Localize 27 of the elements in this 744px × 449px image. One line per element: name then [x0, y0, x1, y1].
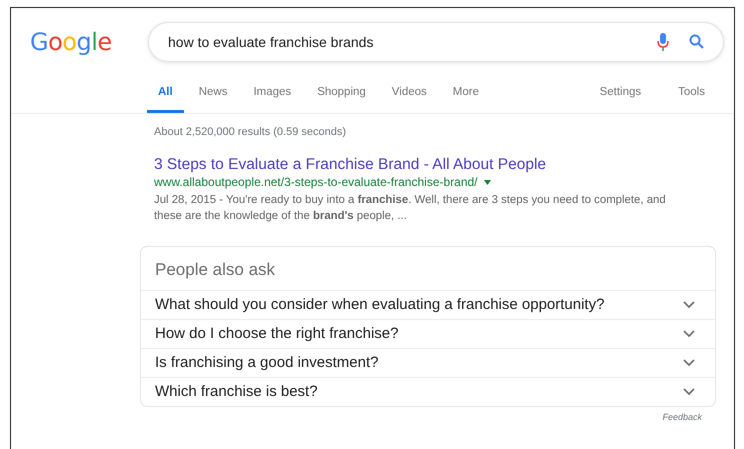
result-title[interactable]: 3 Steps to Evaluate a Franchise Brand - All About People — [154, 156, 546, 174]
tools-link[interactable]: Settings — [588, 79, 652, 113]
search-tab[interactable]: Shopping — [306, 79, 377, 113]
chevron-icon[interactable] — [683, 388, 695, 396]
question-item[interactable]: How do I choose the right franchise? — [141, 319, 715, 348]
microphone-icon[interactable] — [657, 33, 669, 51]
search-tab[interactable]: All — [147, 79, 184, 113]
search-icon[interactable] — [689, 34, 704, 49]
result-stats: About 2,520,000 results (0.59 seconds) — [154, 126, 348, 138]
chevron-icon[interactable] — [683, 300, 695, 308]
tools-link[interactable]: Tools — [667, 79, 716, 113]
card-heading: People also ask — [154, 259, 276, 281]
search-tab[interactable]: Videos — [380, 79, 438, 113]
question-item[interactable]: What should you consider when evaluating a franchise opportunity? — [141, 290, 715, 319]
result-snippet: Jul 28, 2015 - You're ready to buy into a franchise. Well, there are 3 steps you need to complete, and these are the knowledge of the brand's people, ... — [154, 193, 667, 224]
caret-icon[interactable] — [484, 180, 491, 184]
search-tab[interactable]: News — [188, 79, 238, 113]
result-url: www.allaboutpeople.net/3-steps-to-evaluate-franchise-brand/ — [154, 175, 478, 189]
question-item[interactable]: Which franchise is best? — [141, 377, 715, 406]
chevron-icon[interactable] — [683, 330, 695, 338]
search-field[interactable]: how to evaluate franchise brands — [148, 22, 724, 62]
question-item[interactable]: Is franchising a good investment? — [141, 348, 715, 377]
chevron-icon[interactable] — [683, 358, 695, 366]
search-tab[interactable]: More — [442, 79, 490, 113]
feedback-link[interactable]: Feedback — [662, 412, 702, 422]
google-logo[interactable]: Google — [30, 28, 120, 56]
search-tab[interactable]: Images — [242, 79, 302, 113]
